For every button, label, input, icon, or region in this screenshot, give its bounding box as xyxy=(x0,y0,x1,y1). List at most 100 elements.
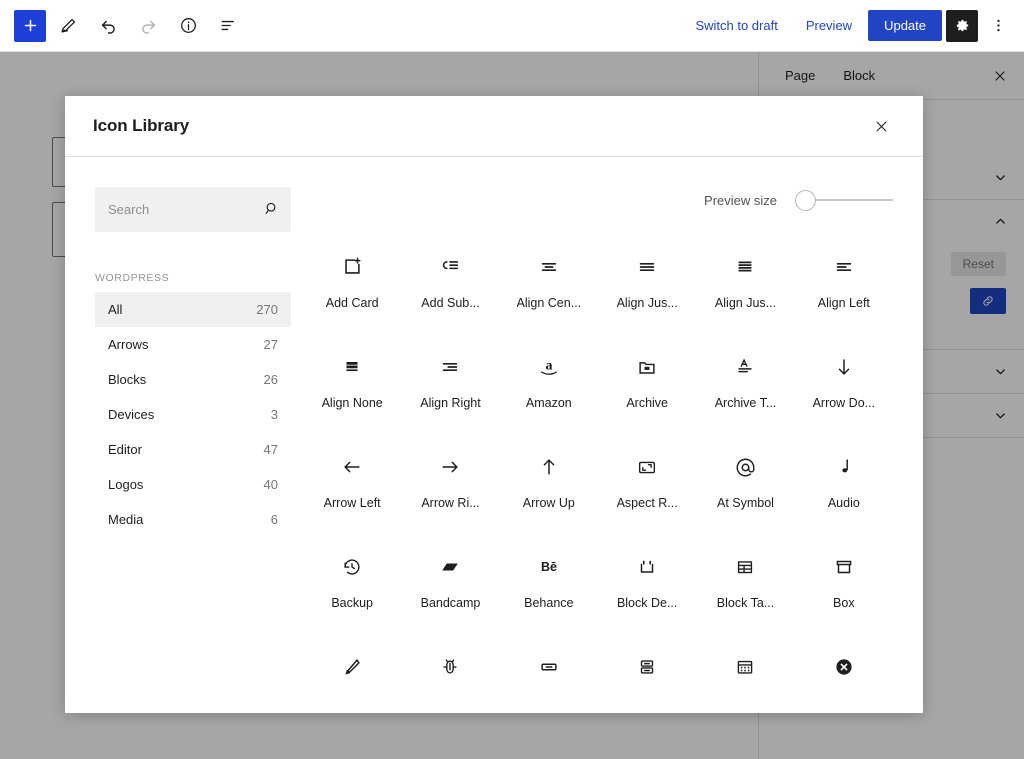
slider-track xyxy=(805,199,893,201)
at-symbol-icon xyxy=(734,447,757,487)
icon-item[interactable]: Backup xyxy=(303,533,401,622)
toolbar-left-group xyxy=(0,8,246,44)
icon-item[interactable]: Audio xyxy=(795,433,893,522)
category-item-arrows[interactable]: Arrows 27 xyxy=(95,327,291,362)
modal-body: WORDPRESS All 270 Arrows 27 Blocks 26 xyxy=(65,157,923,713)
arrow-down-icon xyxy=(833,347,855,387)
details-button[interactable] xyxy=(170,8,206,44)
svg-text:a: a xyxy=(545,359,552,374)
icon-item[interactable]: Bē Behance xyxy=(500,533,598,622)
category-label: Arrows xyxy=(108,337,148,352)
category-count: 27 xyxy=(264,337,278,352)
brush-icon xyxy=(341,647,363,687)
icon-item[interactable]: Align Right xyxy=(401,333,499,422)
icon-item[interactable]: Bandcamp xyxy=(401,533,499,622)
toolbar-right-group: Switch to draft Preview Update xyxy=(683,8,1024,44)
icon-label: Align Cen... xyxy=(517,296,582,310)
icon-item[interactable]: At Symbol xyxy=(696,433,794,522)
icon-grid: Add Card Add Sub... Align Cen... xyxy=(303,233,893,713)
bug-icon xyxy=(439,647,461,687)
align-left-icon xyxy=(833,247,855,287)
switch-to-draft-button[interactable]: Switch to draft xyxy=(683,12,789,39)
icon-item[interactable]: Arrow Do... xyxy=(795,333,893,422)
behance-icon: Bē xyxy=(537,547,561,587)
icon-item[interactable] xyxy=(795,633,893,713)
icon-label: Align Jus... xyxy=(617,296,678,310)
icon-label: Aspect R... xyxy=(617,496,678,510)
add-block-button[interactable] xyxy=(14,10,46,42)
modal-close-button[interactable] xyxy=(867,112,895,140)
category-item-blocks[interactable]: Blocks 26 xyxy=(95,362,291,397)
category-label: All xyxy=(108,302,122,317)
category-item-editor[interactable]: Editor 47 xyxy=(95,432,291,467)
icon-item[interactable]: Arrow Ri... xyxy=(401,433,499,522)
category-item-devices[interactable]: Devices 3 xyxy=(95,397,291,432)
bandcamp-icon xyxy=(439,547,461,587)
icon-item[interactable]: Align Cen... xyxy=(500,233,598,322)
icon-label: Arrow Up xyxy=(523,496,575,510)
aspect-ratio-icon xyxy=(636,447,658,487)
icon-item[interactable]: Block Ta... xyxy=(696,533,794,622)
icon-label: Align Jus... xyxy=(715,296,776,310)
category-item-media[interactable]: Media 6 xyxy=(95,502,291,537)
icon-label: At Symbol xyxy=(717,496,774,510)
archive-title-icon xyxy=(734,347,756,387)
icon-item[interactable]: Archive xyxy=(598,333,696,422)
icon-label: Block De... xyxy=(617,596,677,610)
icon-item[interactable] xyxy=(696,633,794,713)
icon-item[interactable]: Add Card xyxy=(303,233,401,322)
update-button[interactable]: Update xyxy=(868,10,942,41)
icon-item[interactable]: Add Sub... xyxy=(401,233,499,322)
arrow-right-icon xyxy=(439,447,461,487)
archive-icon xyxy=(636,347,658,387)
icon-label: Block Ta... xyxy=(717,596,774,610)
category-item-all[interactable]: All 270 xyxy=(95,292,291,327)
align-justify-icon xyxy=(636,247,658,287)
icon-label: Backup xyxy=(331,596,373,610)
category-count: 6 xyxy=(271,512,278,527)
icon-item[interactable]: Align None xyxy=(303,333,401,422)
icon-item[interactable] xyxy=(598,633,696,713)
icon-label: Arrow Do... xyxy=(813,396,876,410)
backup-clock-icon xyxy=(341,547,363,587)
icon-item[interactable]: Arrow Left xyxy=(303,433,401,522)
audio-note-icon xyxy=(833,447,855,487)
icon-item[interactable] xyxy=(500,633,598,713)
category-group-heading: WORDPRESS xyxy=(95,272,293,284)
undo-button[interactable] xyxy=(90,8,126,44)
modal-content: Preview size Add Card xyxy=(293,157,923,713)
icon-item[interactable]: Align Jus... xyxy=(696,233,794,322)
slider-thumb[interactable] xyxy=(795,190,816,211)
settings-button[interactable] xyxy=(946,10,978,42)
icon-item[interactable]: Block De... xyxy=(598,533,696,622)
arrow-up-icon xyxy=(538,447,560,487)
preview-size-label: Preview size xyxy=(704,193,777,208)
preview-size-slider[interactable] xyxy=(795,189,893,211)
search-input[interactable] xyxy=(95,187,291,232)
arrow-left-icon xyxy=(341,447,363,487)
icon-item[interactable]: a Amazon xyxy=(500,333,598,422)
icon-item[interactable]: Align Left xyxy=(795,233,893,322)
search-icon[interactable] xyxy=(263,200,280,222)
icon-item[interactable]: Align Jus... xyxy=(598,233,696,322)
icon-label: Align None xyxy=(322,396,383,410)
category-item-logos[interactable]: Logos 40 xyxy=(95,467,291,502)
icon-library-modal: Icon Library WORDPRESS All 270 xyxy=(65,96,923,713)
edit-tool-button[interactable] xyxy=(50,8,86,44)
icon-item[interactable]: Box xyxy=(795,533,893,622)
add-card-icon xyxy=(341,247,363,287)
redo-button[interactable] xyxy=(130,8,166,44)
icon-item[interactable]: Arrow Up xyxy=(500,433,598,522)
icon-item[interactable]: Aspect R... xyxy=(598,433,696,522)
icon-item[interactable]: Archive T... xyxy=(696,333,794,422)
list-view-button[interactable] xyxy=(210,8,246,44)
icon-item[interactable] xyxy=(303,633,401,713)
icon-label: Align Right xyxy=(420,396,480,410)
align-justify-full-icon xyxy=(734,247,756,287)
icon-item[interactable] xyxy=(401,633,499,713)
category-count: 40 xyxy=(264,477,278,492)
more-options-button[interactable] xyxy=(982,8,1014,44)
category-count: 26 xyxy=(264,372,278,387)
preview-button[interactable]: Preview xyxy=(794,12,864,39)
editor-toolbar: Switch to draft Preview Update xyxy=(0,0,1024,52)
